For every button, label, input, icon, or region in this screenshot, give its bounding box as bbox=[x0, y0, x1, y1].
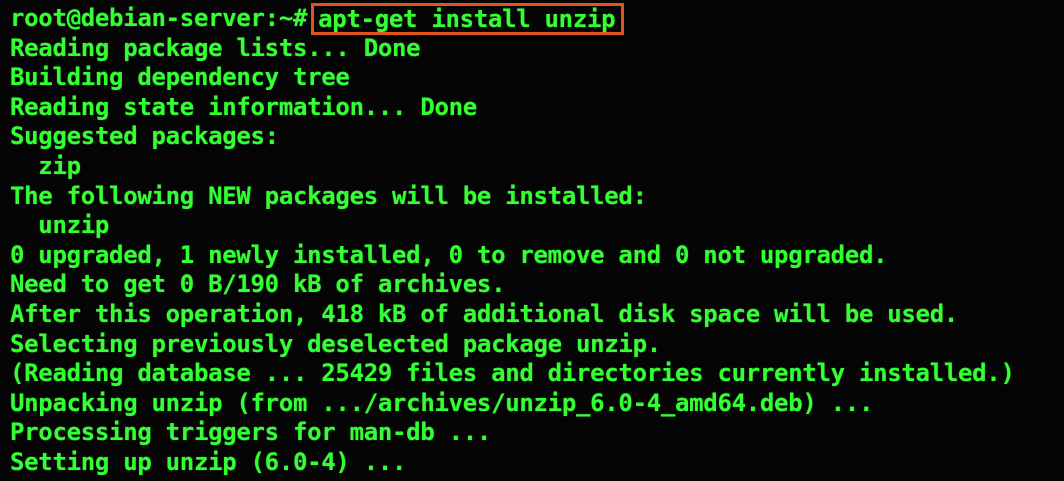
output-line: 0 upgraded, 1 newly installed, 0 to remo… bbox=[10, 240, 888, 269]
output-line: Unpacking unzip (from .../archives/unzip… bbox=[10, 388, 874, 417]
output-line: unzip bbox=[10, 211, 110, 240]
output-line: (Reading database ... 25429 files and di… bbox=[10, 359, 1015, 388]
output-line: Reading package lists... Done bbox=[10, 33, 421, 62]
command-line: root@debian-server:~# apt-get install unz… bbox=[10, 2, 1064, 35]
output-line: Suggested packages: bbox=[10, 122, 279, 151]
output-line: Need to get 0 B/190 kB of archives. bbox=[10, 270, 506, 299]
output-line: Setting up unzip (6.0-4) ... bbox=[10, 447, 407, 476]
shell-prompt: root@debian-server:~# bbox=[10, 4, 308, 32]
output-line: Selecting previously deselected package … bbox=[10, 329, 661, 358]
output-line: Building dependency tree bbox=[10, 63, 350, 92]
output-line: Reading state information... Done bbox=[10, 92, 477, 121]
terminal-window[interactable]: root@debian-server:~# apt-get install unz… bbox=[0, 0, 1064, 481]
command-output: Reading package lists... Done Building d… bbox=[10, 34, 1064, 478]
output-line: After this operation, 418 kB of addition… bbox=[10, 299, 958, 328]
output-line: zip bbox=[10, 151, 81, 180]
output-line: Processing triggers for man-db ... bbox=[10, 418, 492, 447]
output-line: The following NEW packages will be insta… bbox=[10, 181, 647, 210]
highlighted-command: apt-get install unzip bbox=[311, 2, 625, 35]
command-text: apt-get install unzip bbox=[318, 4, 616, 33]
